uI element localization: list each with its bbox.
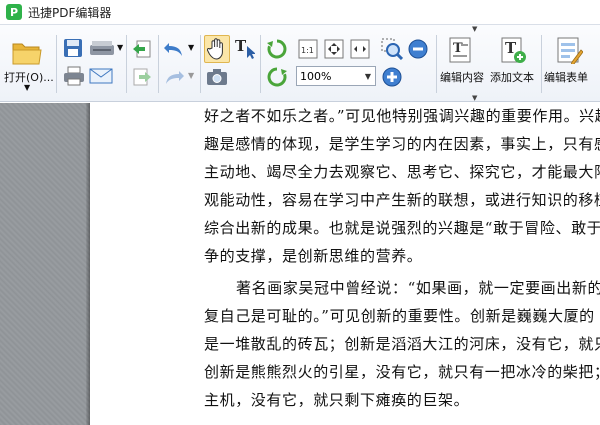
edit-content-icon[interactable]: T [446, 35, 476, 65]
ribbon-collapse-up-icon[interactable]: ▼ [472, 26, 477, 33]
save-icon[interactable] [62, 37, 84, 59]
add-text-button-label[interactable]: 添加文本 [490, 69, 534, 85]
email-icon[interactable] [88, 65, 114, 87]
title-bar: P 迅捷PDF编辑器 [0, 0, 600, 24]
toolbar-separator [56, 35, 57, 93]
svg-text:T: T [235, 37, 247, 55]
app-logo-icon: P [6, 4, 22, 20]
print-icon[interactable] [62, 65, 86, 87]
document-background [0, 103, 90, 425]
open-folder-icon[interactable] [10, 37, 44, 67]
pdf-page[interactable]: 好之者不如乐之者。”可见他特别强调兴趣的重要作用。兴趣 趣是感情的体现，是学生学… [90, 103, 600, 425]
zoom-dropdown-icon[interactable]: ▼ [361, 72, 375, 81]
undo-dropdown-icon[interactable]: ▼ [188, 43, 194, 52]
text-line: 主动地、竭尽全力去观察它、思考它、探究它，才能最大限 [204, 163, 600, 181]
text-line: 争的支撑，是创新思维的营养。 [204, 247, 423, 265]
text-line: 是一堆散乱的砖瓦；创新是滔滔大江的河床，没有它，就只 [204, 335, 600, 353]
marquee-zoom-icon[interactable] [380, 37, 404, 61]
svg-text:1:1: 1:1 [301, 46, 314, 55]
ribbon-collapse-down-icon[interactable]: ▼ [472, 95, 477, 102]
next-page-icon[interactable] [130, 65, 154, 89]
zoom-out-icon[interactable] [406, 37, 430, 61]
open-dropdown-icon[interactable]: ▼ [24, 83, 30, 92]
text-line: 观能动性，容易在学习中产生新的联想，或进行知识的移植 [204, 191, 600, 209]
ribbon-toolbar: ▼ ▼ 打开(O)... ▼ ▼ ▼ ▼ T 1:1 100% ▼ T 编辑内容… [0, 24, 600, 102]
fit-width-icon[interactable] [348, 37, 372, 61]
fit-page-icon[interactable] [322, 37, 346, 61]
window-title: 迅捷PDF编辑器 [28, 5, 112, 20]
text-line: 复自己是可耻的。”可见创新的重要性。创新是巍巍大厦的 [204, 307, 595, 325]
toolbar-separator [158, 35, 159, 93]
toolbar-separator [436, 35, 437, 93]
scanner-icon[interactable] [88, 37, 116, 59]
actual-size-icon[interactable]: 1:1 [296, 37, 320, 61]
toolbar-separator [260, 35, 261, 93]
text-line: 主机，没有它，就只剩下瘫痪的巨架。 [204, 391, 470, 409]
text-line: 著名画家吴冠中曾经说：“如果画，就一定要画出新的想 [236, 279, 600, 297]
snapshot-camera-icon[interactable] [204, 65, 230, 89]
edit-content-button-label[interactable]: 编辑内容 [440, 69, 484, 85]
redo-dropdown-icon[interactable]: ▼ [188, 71, 194, 80]
toolbar-separator [126, 35, 127, 93]
text-line: 好之者不如乐之者。”可见他特别强调兴趣的重要作用。兴趣 [204, 107, 600, 125]
edit-form-button-label[interactable]: 编辑表单 [544, 69, 588, 85]
hand-tool-icon[interactable] [204, 35, 230, 63]
zoom-in-icon[interactable] [380, 65, 404, 89]
rotate-clockwise-icon[interactable] [264, 65, 290, 89]
select-text-icon[interactable]: T [232, 35, 256, 61]
scanner-dropdown-icon[interactable]: ▼ [117, 43, 123, 52]
svg-text:T: T [453, 41, 463, 56]
app-logo-letter: P [9, 5, 19, 19]
previous-page-icon[interactable] [130, 37, 154, 61]
text-line: 趣是感情的体现，是学生学习的内在因素，事实上，只有感 [204, 135, 600, 153]
edit-form-icon[interactable] [554, 35, 584, 65]
zoom-value[interactable]: 100% [297, 70, 361, 83]
toolbar-separator [541, 35, 542, 93]
add-text-icon[interactable]: T [498, 35, 528, 65]
undo-icon[interactable] [162, 37, 186, 61]
text-line: 综合出新的成果。也就是说强烈的兴趣是“敢于冒险、敢于向 [204, 219, 600, 237]
zoom-select[interactable]: 100% ▼ [296, 66, 376, 86]
toolbar-separator [200, 35, 201, 93]
rotate-counterclockwise-icon[interactable] [264, 37, 290, 61]
redo-icon[interactable] [162, 65, 186, 89]
text-line: 创新是熊熊烈火的引星，没有它，就只有一把冰冷的柴把； [204, 363, 600, 381]
